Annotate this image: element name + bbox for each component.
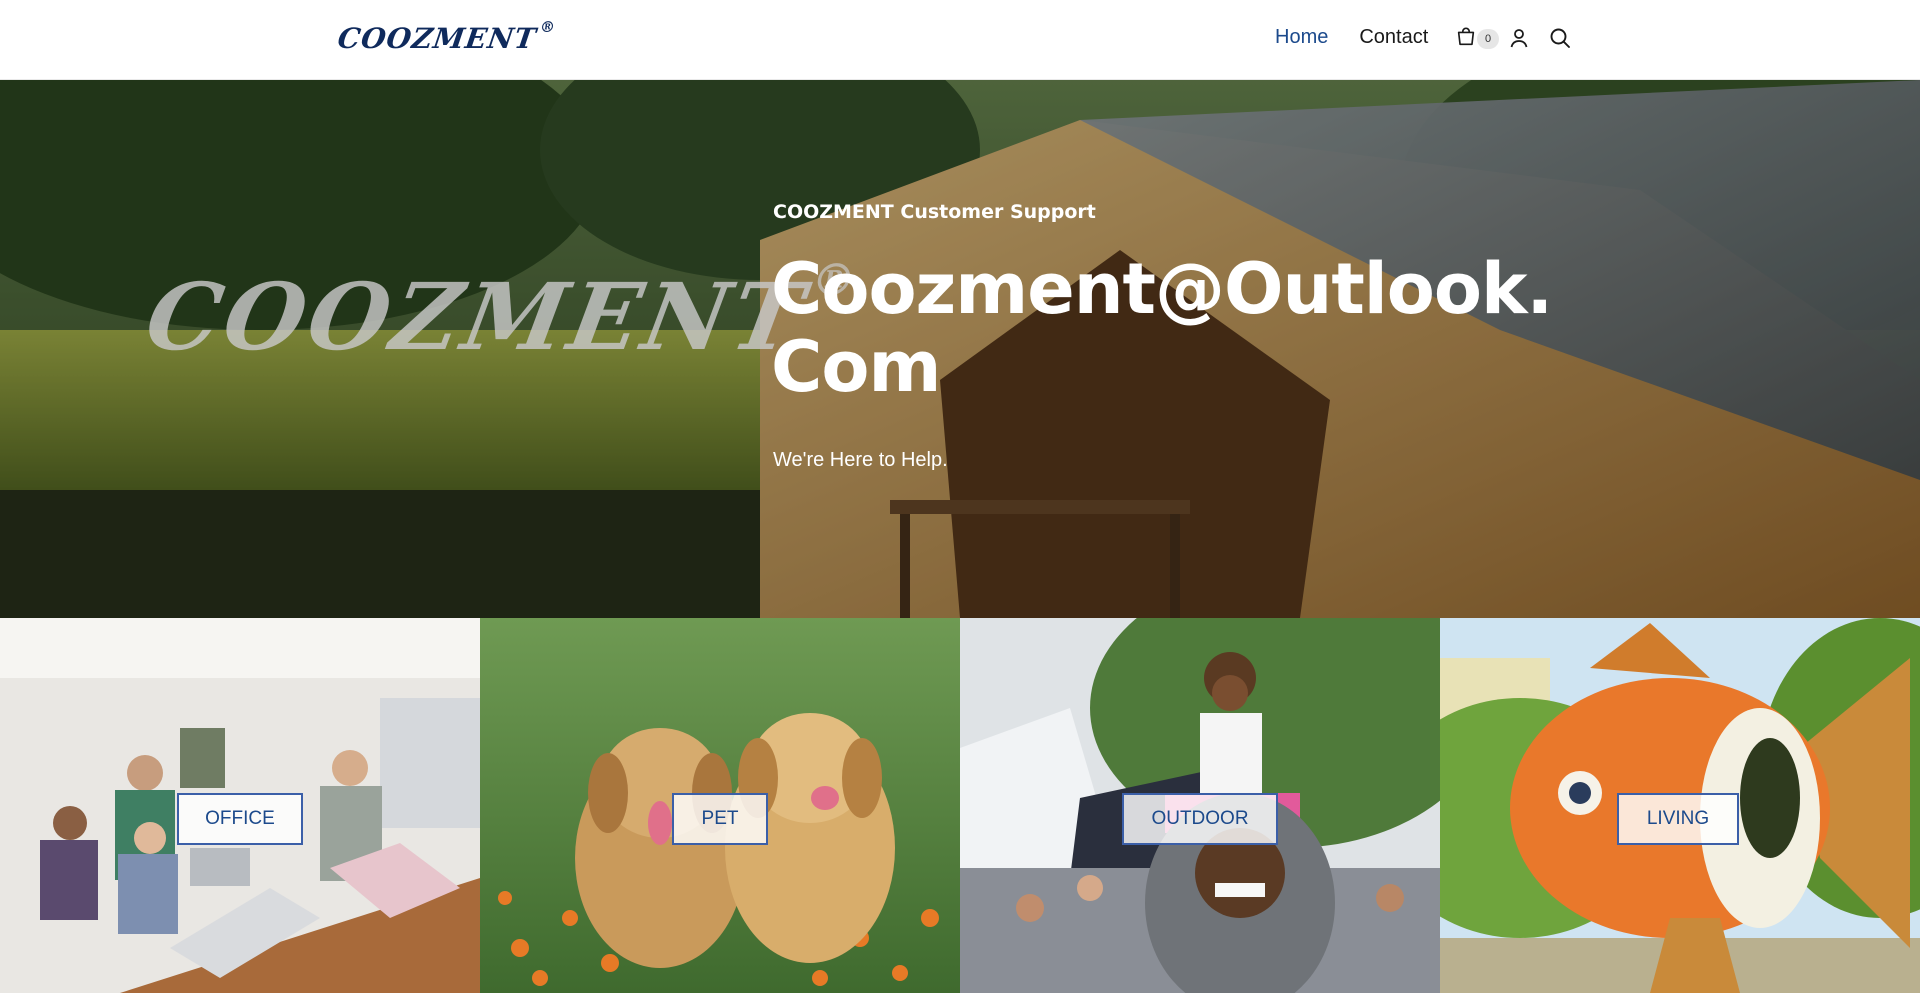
search-button[interactable] [1548,26,1574,52]
registered-mark: ® [538,17,558,36]
hero-banner: COOZMENT® COOZMENT Customer Support Cooz… [0,80,1920,618]
nav-home-link[interactable]: Home [1275,26,1328,49]
nav-contact-link[interactable]: Contact [1359,26,1428,49]
hero-eyebrow: COOZMENT Customer Support [773,201,1096,223]
pet-category-button[interactable]: PET [672,793,768,845]
logo[interactable]: COOZMENT® [335,18,558,55]
category-tile-outdoor[interactable]: OUTDOOR [960,618,1440,993]
cart-count-badge: 0 [1477,29,1499,49]
hero-subtitle: We're Here to Help. [773,449,948,471]
hero-title-line-1: Coozment@Outlook. [771,248,1553,330]
hero-watermark-text: COOZMENT [138,263,815,371]
hero-logo-watermark: COOZMENT® [138,255,864,371]
logo-text: COOZMENT [335,22,539,55]
hero-title: Coozment@Outlook. Com [771,250,1553,408]
office-category-button[interactable]: OFFICE [177,793,303,845]
main-nav: Home Contact [1275,26,1459,49]
account-icon [1510,29,1528,48]
category-tile-living[interactable]: LIVING [1440,618,1920,993]
search-icon [1550,28,1570,48]
outdoor-category-button[interactable]: OUTDOOR [1122,793,1278,845]
account-button[interactable] [1507,26,1533,52]
category-tile-office[interactable]: OFFICE [0,618,480,993]
category-tiles: OFFICE PET OUTDOOR LIVING [0,618,1920,993]
hero-title-line-2: Com [771,326,941,408]
site-header: COOZMENT® Home Contact 0 [0,0,1920,80]
living-category-button[interactable]: LIVING [1617,793,1739,845]
category-tile-pet[interactable]: PET [480,618,960,993]
cart-icon [1457,27,1475,46]
